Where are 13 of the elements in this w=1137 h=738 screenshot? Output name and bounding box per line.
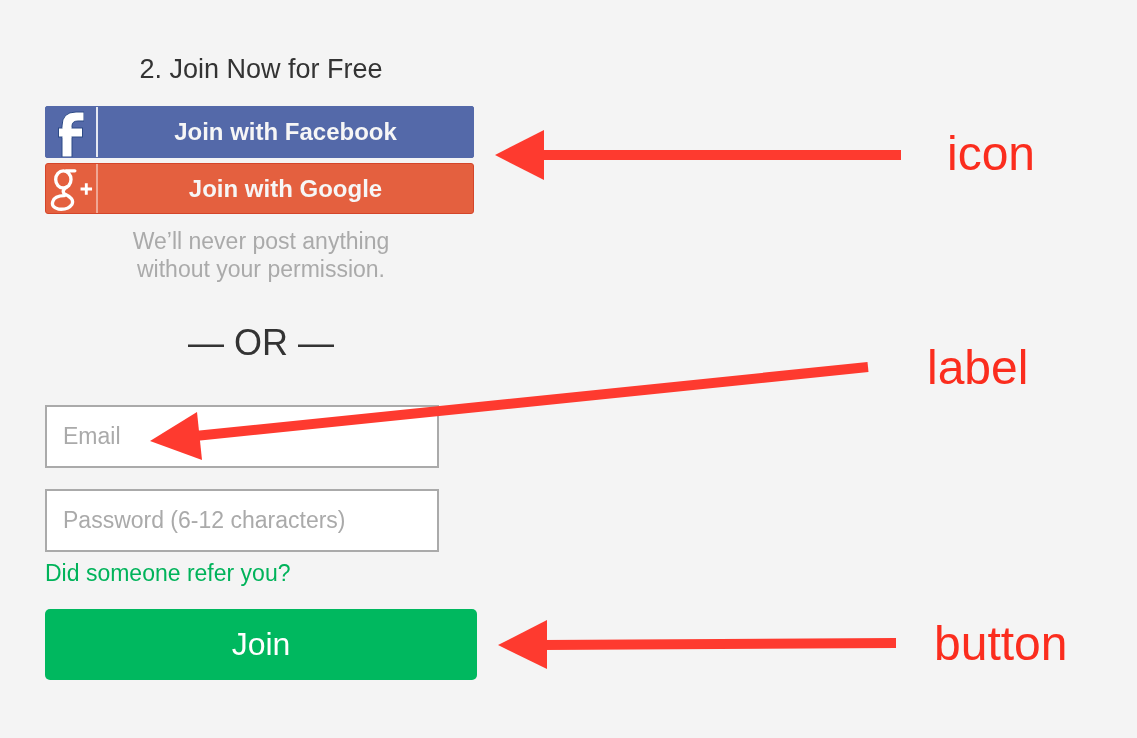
referral-link[interactable]: Did someone refer you?	[45, 559, 291, 587]
google-plus-icon	[49, 166, 93, 211]
annotation-label: button	[934, 620, 1068, 668]
or-divider: — OR —	[188, 322, 334, 364]
annotation-label: icon	[947, 130, 1036, 178]
password-field[interactable]: Password (6-12 characters)	[45, 489, 439, 552]
form-title: 2. Join Now for Free	[139, 54, 383, 85]
facebook-login-button[interactable]: Join with Facebook	[45, 106, 474, 158]
facebook-f-icon	[58, 111, 84, 157]
google-login-button[interactable]: Join with Google	[45, 163, 474, 214]
privacy-note: We’ll never post anything without your permission.	[131, 227, 391, 283]
annotation-label: label	[927, 344, 1029, 392]
join-button[interactable]: Join	[45, 609, 477, 680]
